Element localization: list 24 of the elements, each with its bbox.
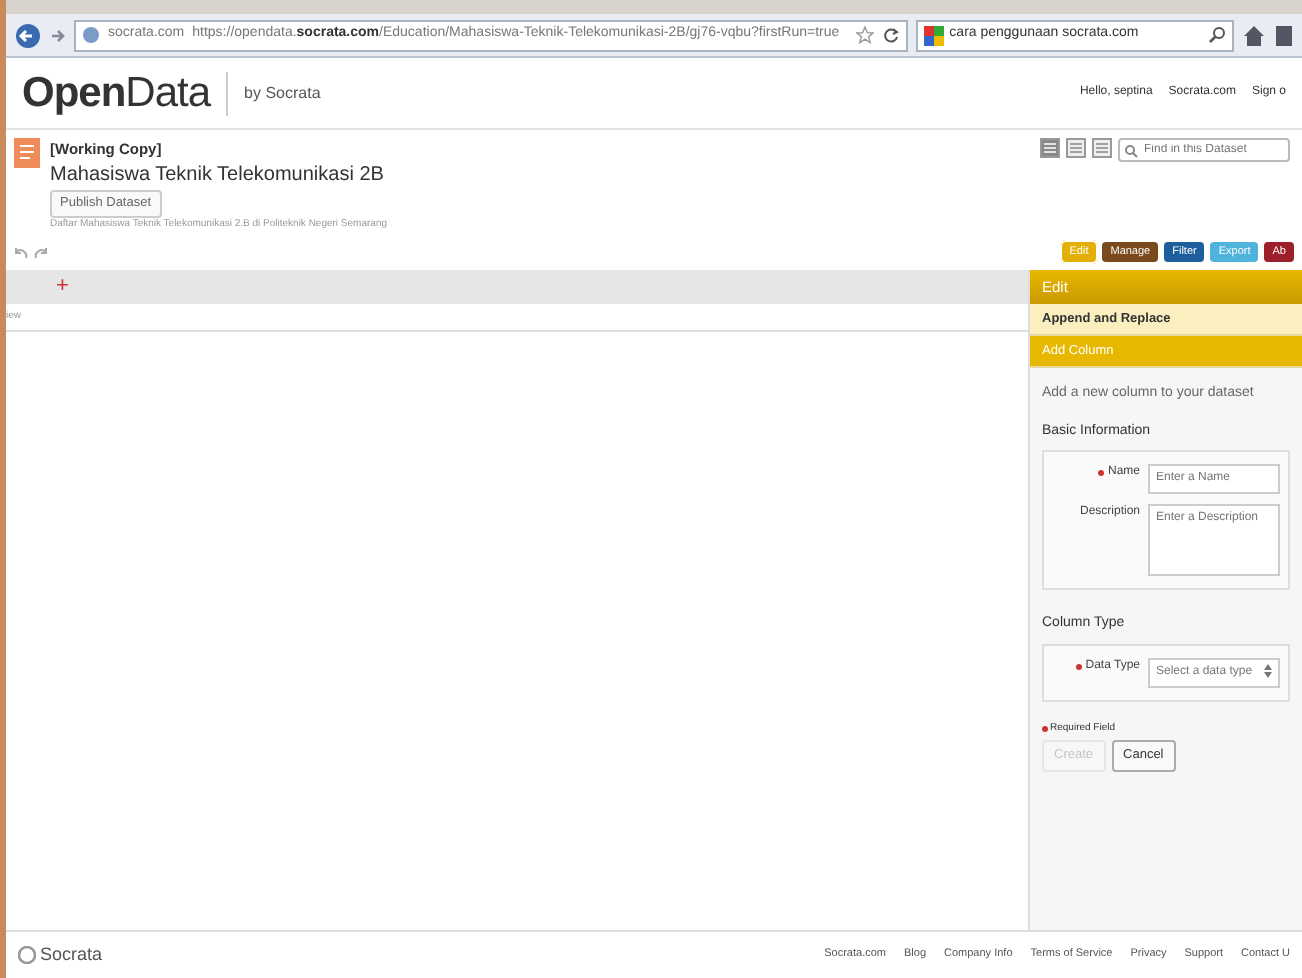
view-mode-icon[interactable] [1092, 138, 1112, 158]
required-dot-icon [1075, 663, 1082, 669]
reload-icon[interactable] [881, 26, 900, 44]
view-mode-icon[interactable] [1040, 138, 1060, 158]
undo-icon[interactable] [14, 245, 28, 259]
opendata-logo[interactable]: OpenData [22, 61, 211, 125]
byline: by Socrata [226, 71, 321, 115]
forward-icon[interactable] [50, 25, 66, 45]
add-column-button[interactable]: + [56, 270, 69, 304]
search-icon[interactable] [1208, 26, 1226, 44]
required-dot-icon [1042, 725, 1048, 732]
search-icon [1124, 143, 1138, 157]
updown-caret-icon [1264, 663, 1272, 677]
home-icon[interactable] [1242, 23, 1266, 47]
search-engine-icon [923, 25, 944, 45]
footer-brand[interactable]: Socrata [40, 941, 103, 969]
required-dot-icon [1097, 470, 1104, 476]
socrata-logo-icon [18, 946, 36, 964]
dataset-title: Mahasiswa Teknik Telekomunikasi 2B [50, 162, 386, 191]
document-icon [14, 138, 40, 168]
back-icon[interactable] [14, 21, 42, 49]
redo-icon[interactable] [34, 245, 48, 259]
view-mode-icon[interactable] [1066, 138, 1086, 158]
star-icon[interactable] [855, 26, 874, 44]
